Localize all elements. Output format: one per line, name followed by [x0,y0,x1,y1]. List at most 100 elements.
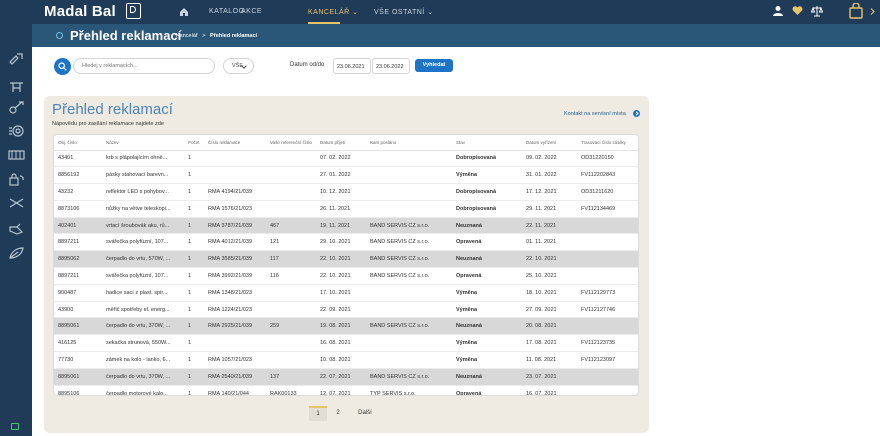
cell-obj: 8897211 [54,267,102,285]
cell-qty: 1 [184,166,204,185]
cell-ref: 117 [266,250,316,269]
category-leaf-icon[interactable] [8,246,25,260]
table-row[interactable]: 416125 sekačka strunová, 550W... 1 16. 08. … [54,334,638,353]
cell-sent-to [366,200,452,218]
table-row[interactable]: 8897211 svářečka polyfúzní, 107... 1 RMA 40… [54,233,638,252]
cell-rma: RMA 2925/21/039 [204,317,266,336]
cell-tracking [577,233,638,252]
breadcrumb-parent[interactable]: Kancelář [176,33,198,39]
search-button[interactable] [54,58,71,75]
column-header: Stav [452,135,522,151]
cell-name: hadice sací z plast. spir... [102,284,184,302]
help-link[interactable]: Nápovědu pro zasílání reklamace najdete … [52,121,164,127]
cell-name: nůžky na větve teleskopi... [102,200,184,218]
cell-resolved: 16. 07. 2021 [522,385,577,395]
status-filter-select[interactable]: VŠE [223,58,254,74]
category-workshop-icon[interactable] [8,80,25,94]
table-row[interactable]: 43232 reflektor LED s pohybov... 1 RMA 4194… [54,183,638,201]
cell-name: zámek na kolo - lanko, 6... [102,351,184,369]
cell-qty: 1 [184,267,204,285]
category-heating-icon[interactable] [8,148,25,162]
category-locks-icon[interactable] [8,172,25,186]
date-to-input[interactable]: 23.06.2022 [372,58,410,74]
cell-tracking [577,385,638,395]
category-garden-icon[interactable] [8,100,25,114]
user-icon[interactable] [773,5,783,17]
cell-status: Výměna [452,301,522,319]
column-header: Počet [184,135,204,151]
table-row[interactable]: 402401 vrtací šroubovák aku, rů... 1 RMA 37… [54,217,638,235]
cell-name: reflektor LED s pohybov... [102,183,184,201]
cell-obj: 416125 [54,334,102,353]
cell-qty: 1 [184,284,204,302]
cell-status: Výměna [452,166,522,185]
table-row[interactable]: 8895061 čerpadlo do vrtu, 370W, ... 1 RMA 2… [54,368,638,386]
cart-bag-icon[interactable] [849,3,863,19]
cell-qty: 1 [184,183,204,201]
cell-sent-to [366,150,452,168]
cell-status: Neuznaná [452,250,522,269]
cell-sent-to [366,166,452,185]
nav-vse-ostatni[interactable]: VŠE OSTATNÍ ⌄ [374,8,434,16]
category-cutting-icon[interactable] [8,196,25,210]
table-row[interactable]: 8856192 pásky stahovací barevn... 1 27. 01.… [54,166,638,185]
table-row[interactable]: 8873106 nůžky na větve teleskopi... 1 RMA 1… [54,200,638,218]
cell-ref [266,200,316,218]
table-row[interactable]: 8895106 čerpadlo motorové kalo... 1 RMA 140… [54,385,638,395]
table-row[interactable]: 77730 zámek na kolo - lanko, 6... 1 RMA 105… [54,351,638,369]
category-electro-icon[interactable] [8,124,25,138]
cell-qty: 1 [184,217,204,235]
cell-name: měřič spotřeby el. energ... [102,301,184,319]
date-from-input[interactable]: 23.06.2021 [333,58,371,74]
page-2-button[interactable]: 2 [331,406,345,421]
left-sidebar [0,0,32,436]
arrow-right-circle-icon[interactable] [633,110,640,117]
table-header-row: Obj. číslo Název Počet Číslo reklamace Vaše … [54,135,638,151]
nav-katalog[interactable]: KATALOG [209,8,245,15]
cell-ref: 259 [266,317,316,336]
status-indicator-icon [11,423,19,430]
cell-rma: RMA 1057/21/023 [204,351,266,369]
cell-rma [204,150,266,168]
category-tools-icon[interactable] [8,52,25,66]
cell-received: 19. 11. 2021 [316,217,366,235]
cell-ref [266,183,316,201]
cell-tracking [577,267,638,285]
table-row[interactable]: 43401 krb s plápolajícím ohně... 1 07. 02. … [54,150,638,168]
table-row[interactable]: 900487 hadice sací z plast. spir... 1 RMA 1… [54,284,638,302]
favorites-heart-icon[interactable] [792,5,803,17]
cell-status: Dobropisovaná [452,183,522,201]
compare-scale-icon[interactable] [811,5,823,17]
cell-resolved: 27. 09. 2021 [522,301,577,319]
cell-sent-to [366,284,452,302]
table-row[interactable]: 43900 měřič spotřeby el. energ... 1 RMA 122… [54,301,638,319]
cell-sent-to [366,351,452,369]
cart-chevron-icon[interactable] [870,8,875,15]
cell-resolved: 11. 08. 2021 [522,351,577,369]
cell-obj: 402401 [54,217,102,235]
cell-qty: 1 [184,200,204,218]
cell-received: 19. 08. 2021 [316,317,366,336]
home-icon[interactable] [179,7,189,17]
cell-status: Výměna [452,351,522,369]
cell-ref [266,150,316,168]
next-page-button[interactable]: Další [353,406,377,421]
cell-received: 22. 07. 2021 [316,368,366,386]
service-contact-link[interactable]: Kontakt na servisní místa [564,111,626,117]
cell-obj: 43232 [54,183,102,201]
search-input[interactable] [73,58,215,74]
category-cleaning-icon[interactable] [8,222,25,236]
brand-logo[interactable]: Madal Bal [44,3,116,20]
table-row[interactable]: 8895062 čerpadlo do vrtu, 570W, ... 1 RMA 3… [54,250,638,269]
table-row[interactable]: 8897211 svářečka polyfúzní, 107... 1 RMA 39… [54,267,638,285]
cell-obj: 8856192 [54,166,102,185]
cell-name: krb s plápolajícím ohně... [102,150,184,168]
cell-received: 26. 11. 2021 [316,200,366,218]
table-row[interactable]: 8895061 čerpadlo do vrtu, 370W, ... 1 RMA 2… [54,317,638,336]
search-submit-button[interactable]: Vyhledat [415,59,453,72]
page-1-button[interactable]: 1 [309,406,327,421]
cell-obj: 8895106 [54,385,102,395]
nav-akce[interactable]: AKCE [241,8,262,15]
cell-sent-to: BAND SERVIS CZ s.r.o. [366,233,452,252]
nav-kancelar[interactable]: KANCELÁŘ ⌄ [308,8,359,16]
